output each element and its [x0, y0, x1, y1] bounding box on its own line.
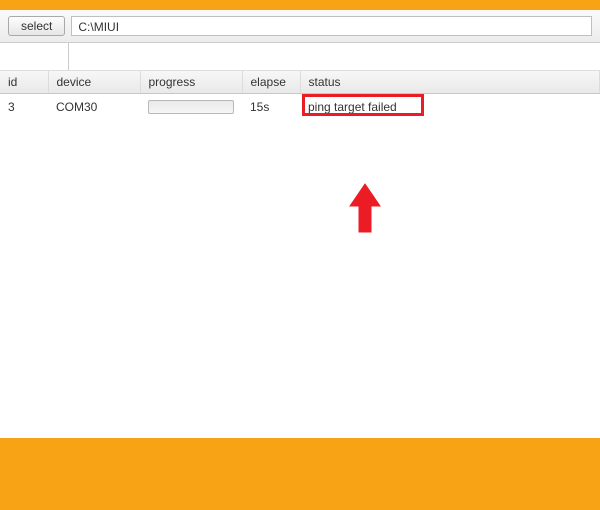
flash-table: id device progress elapse status 3 COM30…: [0, 71, 600, 120]
table-row[interactable]: 3 COM30 15s ping target failed: [0, 94, 600, 121]
path-input[interactable]: C:\MIUI: [71, 16, 592, 36]
cell-id: 3: [0, 94, 48, 121]
sub-toolbar: [0, 43, 600, 71]
cell-progress: [140, 94, 242, 121]
header-id[interactable]: id: [0, 71, 48, 94]
header-status[interactable]: status: [300, 71, 600, 94]
select-button[interactable]: select: [8, 16, 65, 36]
header-progress[interactable]: progress: [140, 71, 242, 94]
status-text: ping target failed: [308, 100, 397, 114]
progress-bar: [148, 100, 234, 114]
cell-status: ping target failed: [300, 94, 600, 121]
divider: [68, 43, 69, 70]
cell-elapse: 15s: [242, 94, 300, 121]
header-device[interactable]: device: [48, 71, 140, 94]
app-window: select C:\MIUI id device progress elapse…: [0, 10, 600, 438]
header-elapse[interactable]: elapse: [242, 71, 300, 94]
arrow-up-icon: [340, 180, 390, 243]
bottom-bar: [0, 460, 600, 500]
toolbar: select C:\MIUI: [0, 10, 600, 43]
cell-device: COM30: [48, 94, 140, 121]
table-header-row: id device progress elapse status: [0, 71, 600, 94]
